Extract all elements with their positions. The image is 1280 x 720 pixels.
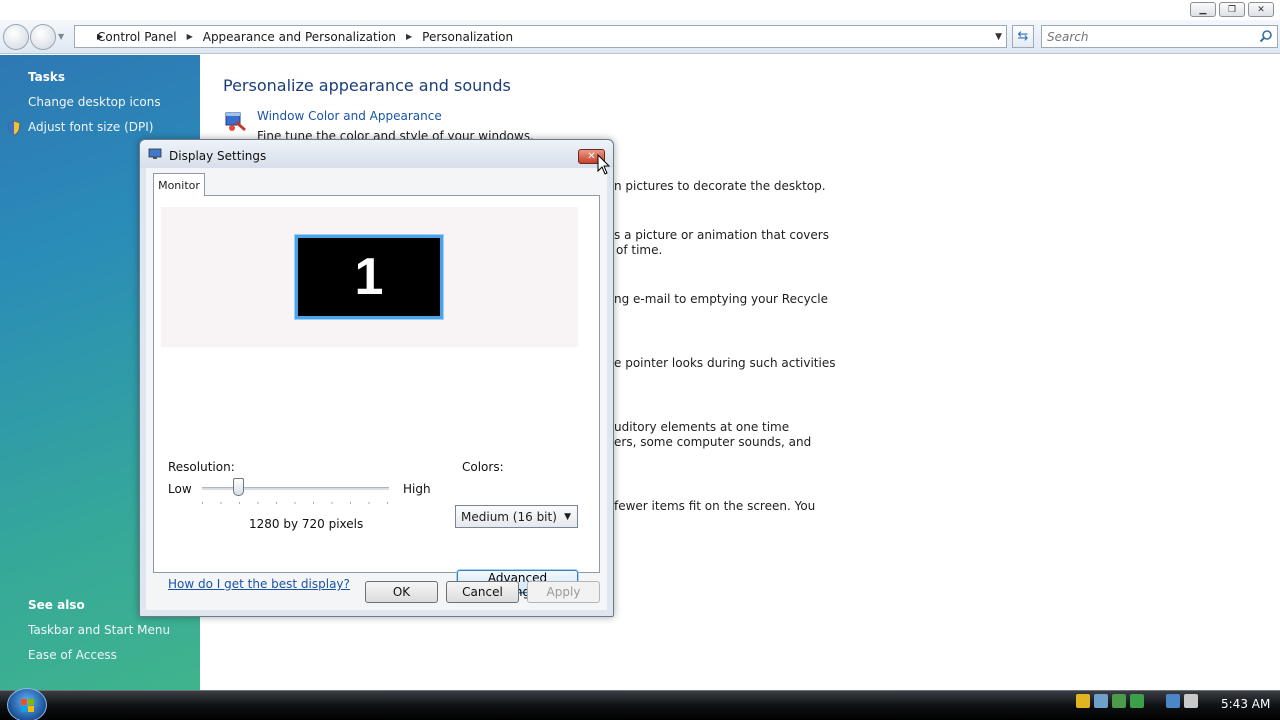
start-button[interactable]: [7, 688, 47, 720]
window-controls: ▁ ❐ ✕: [1190, 2, 1274, 17]
search-input[interactable]: [1047, 29, 1252, 44]
mouse-cursor-icon: [597, 154, 611, 175]
window-color-appearance-link[interactable]: Window Color and Appearance: [257, 109, 442, 123]
colors-select[interactable]: Medium (16 bit) ▼: [455, 505, 578, 528]
change-desktop-icons-link[interactable]: Change desktop icons: [28, 95, 161, 109]
tray-spacer: [1148, 694, 1162, 708]
security-shield-icon[interactable]: [1076, 694, 1090, 708]
desktop-background-description: n pictures to decorate the desktop.: [614, 179, 826, 193]
window-color-icon: [225, 112, 246, 131]
display-icon: [148, 148, 162, 159]
volume-muted-icon[interactable]: [1184, 694, 1198, 708]
see-also-heading: See also: [28, 598, 85, 612]
adjust-font-size-link[interactable]: Adjust font size (DPI): [28, 120, 153, 134]
resolution-low-label: Low: [168, 482, 192, 496]
monitor-number: 1: [354, 248, 384, 306]
search-box[interactable]: [1041, 25, 1278, 48]
monitor-tray-icon[interactable]: [1166, 694, 1180, 708]
taskbar-start-menu-link[interactable]: Taskbar and Start Menu: [28, 623, 170, 637]
back-button[interactable]: [3, 24, 29, 50]
chevron-down-icon: ▼: [564, 512, 571, 522]
best-display-help-link[interactable]: How do I get the best display?: [168, 577, 350, 591]
monitor-preview-area: 1: [161, 207, 578, 347]
breadcrumb-control-panel[interactable]: Control Panel: [97, 30, 177, 44]
ok-button[interactable]: OK: [365, 581, 438, 603]
theme-description-2: ers, some computer sounds, and: [614, 435, 812, 449]
tasks-heading: Tasks: [28, 70, 66, 84]
minimize-button[interactable]: ▁: [1190, 2, 1216, 17]
breadcrumb-arrow-icon[interactable]: ▶: [97, 32, 103, 41]
sounds-description: ng e-mail to emptying your Recycle: [614, 292, 828, 306]
address-bar: ▼ ▶ Control Panel ▶ Appearance and Perso…: [0, 20, 1280, 54]
users-icon[interactable]: [1112, 694, 1126, 708]
resolution-slider-track[interactable]: [202, 487, 389, 490]
page-title: Personalize appearance and sounds: [223, 76, 511, 95]
network-icon[interactable]: [1094, 694, 1108, 708]
screen-saver-description-2: of time.: [616, 243, 663, 257]
breadcrumb-appearance[interactable]: Appearance and Personalization: [203, 30, 396, 44]
breadcrumb-arrow-icon[interactable]: ▶: [406, 32, 412, 41]
taskbar-clock[interactable]: 5:43 AM: [1221, 697, 1270, 711]
dialog-title: Display Settings: [169, 149, 267, 163]
breadcrumb-personalization[interactable]: Personalization: [422, 30, 513, 44]
update-icon[interactable]: [1130, 694, 1144, 708]
dialog-titlebar[interactable]: Display Settings ✕: [140, 140, 613, 168]
screen-saver-description: s a picture or animation that covers: [614, 228, 829, 242]
apply-button[interactable]: Apply: [527, 581, 600, 603]
shield-icon: [7, 120, 21, 136]
dialog-body: Monitor 1 Resolution: Low High 1280 by 7…: [146, 168, 607, 610]
display-settings-dialog: Display Settings ✕ Monitor 1 Resolution:…: [139, 139, 614, 617]
mouse-pointers-description: e pointer looks during such activities: [614, 356, 836, 370]
resolution-slider-thumb[interactable]: [232, 478, 244, 496]
system-tray: [1076, 694, 1198, 708]
resolution-value: 1280 by 720 pixels: [249, 517, 364, 531]
cancel-button[interactable]: Cancel: [446, 581, 519, 603]
search-icon[interactable]: [1259, 29, 1273, 43]
windows-logo-icon: [21, 699, 34, 712]
colors-label: Colors:: [462, 460, 504, 474]
tab-monitor[interactable]: Monitor: [153, 173, 205, 196]
maximize-button[interactable]: ❐: [1219, 2, 1245, 17]
breadcrumb[interactable]: ▶ Control Panel ▶ Appearance and Persona…: [74, 25, 1007, 48]
address-dropdown-icon[interactable]: ▼: [995, 32, 1002, 42]
resolution-high-label: High: [403, 482, 431, 496]
monitor-1-tile[interactable]: 1: [295, 235, 443, 319]
display-settings-description: fewer items fit on the screen. You: [614, 499, 816, 513]
forward-button[interactable]: [30, 24, 56, 50]
theme-description: uditory elements at one time: [614, 420, 790, 434]
refresh-button[interactable]: ⇆: [1012, 25, 1034, 48]
resolution-slider-ticks: [202, 502, 389, 504]
colors-selected-value: Medium (16 bit): [461, 509, 557, 524]
breadcrumb-arrow-icon[interactable]: ▶: [187, 32, 193, 41]
resolution-label: Resolution:: [168, 460, 235, 474]
recent-pages-dropdown-icon[interactable]: ▼: [58, 32, 64, 41]
ease-of-access-link[interactable]: Ease of Access: [28, 648, 117, 662]
close-window-button[interactable]: ✕: [1248, 2, 1274, 17]
